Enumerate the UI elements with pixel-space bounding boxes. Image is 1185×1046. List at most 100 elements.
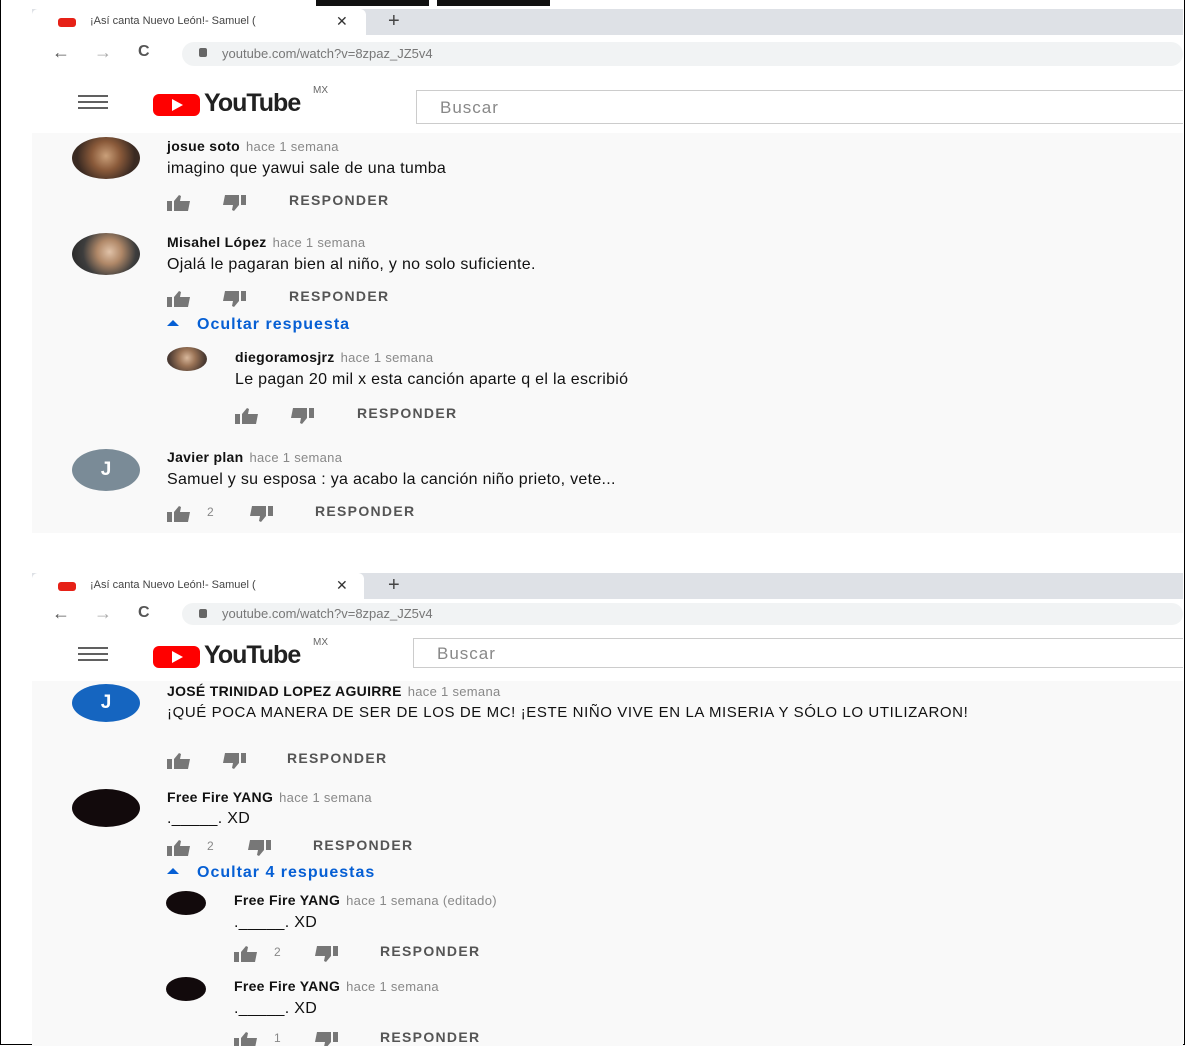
- comment-time[interactable]: hace 1 semana: [408, 684, 501, 699]
- tab-close-icon[interactable]: ✕: [336, 577, 348, 594]
- back-arrow-icon[interactable]: ←: [52, 603, 70, 624]
- address-bar-row: ← → C youtube.com/watch?v=8zpaz_JZ5v4: [32, 599, 1183, 629]
- youtube-favicon-icon: [58, 582, 76, 591]
- thumbs-up-icon[interactable]: [167, 753, 190, 769]
- reply-button[interactable]: RESPONDER: [380, 943, 480, 959]
- thumbs-down-icon[interactable]: [222, 291, 246, 307]
- url-text: youtube.com/watch?v=8zpaz_JZ5v4: [222, 46, 433, 61]
- reply-button[interactable]: RESPONDER: [289, 288, 389, 304]
- avatar[interactable]: [166, 891, 206, 915]
- avatar[interactable]: [167, 347, 207, 371]
- youtube-play-icon: [153, 94, 200, 116]
- thumbs-up-icon[interactable]: [234, 946, 257, 962]
- tab-close-icon[interactable]: ✕: [336, 13, 348, 30]
- thumbs-down-icon[interactable]: [247, 840, 271, 856]
- comment-text: Ojalá le pagaran bien al niño, y no solo…: [167, 256, 536, 273]
- comment-time[interactable]: hace 1 semana: [249, 450, 342, 465]
- thumbs-down-icon[interactable]: [314, 1032, 338, 1046]
- search-placeholder: Buscar: [440, 98, 499, 117]
- redaction-bar: [437, 0, 550, 6]
- thumbs-down-icon[interactable]: [314, 946, 338, 962]
- comment-author[interactable]: diegoramosjrz hace 1 semana: [235, 349, 433, 365]
- screenshot-top: ¡Así canta Nuevo León!- Samuel ( ✕ + ← →…: [32, 9, 1183, 533]
- reload-icon[interactable]: C: [138, 604, 150, 622]
- thumbs-up-icon[interactable]: [234, 1032, 257, 1046]
- reply-button[interactable]: RESPONDER: [315, 503, 415, 519]
- thumbs-down-icon[interactable]: [249, 506, 273, 522]
- hide-replies-button[interactable]: Ocultar respuesta: [167, 316, 350, 334]
- caret-up-icon: [167, 320, 179, 326]
- tab-bar: ¡Así canta Nuevo León!- Samuel ( ✕ +: [32, 9, 1183, 35]
- comment-author[interactable]: Free Fire YANG hace 1 semana (editado): [234, 892, 497, 908]
- thumbs-down-icon[interactable]: [222, 753, 246, 769]
- country-code: MX: [313, 85, 328, 96]
- thumbs-down-icon[interactable]: [290, 408, 314, 424]
- comment-text: ._____. XD: [234, 914, 318, 931]
- reply-button[interactable]: RESPONDER: [380, 1029, 480, 1045]
- reply-button[interactable]: RESPONDER: [287, 750, 387, 766]
- menu-icon[interactable]: [78, 95, 108, 109]
- comment-author[interactable]: Misahel López hace 1 semana: [167, 234, 365, 250]
- screenshot-bottom: ¡Así canta Nuevo León!- Samuel ( ✕ + ← →…: [32, 573, 1183, 1046]
- search-input[interactable]: Buscar: [416, 90, 1183, 124]
- new-tab-button[interactable]: +: [388, 10, 400, 33]
- comment-text: Le pagan 20 mil x esta canción aparte q …: [235, 371, 629, 388]
- comment-text: ._____. XD: [167, 810, 251, 827]
- comment-time[interactable]: hace 1 semana: [246, 139, 339, 154]
- url-text: youtube.com/watch?v=8zpaz_JZ5v4: [222, 606, 433, 621]
- thumbs-up-icon[interactable]: [167, 840, 190, 856]
- avatar[interactable]: J: [72, 449, 140, 491]
- avatar[interactable]: [72, 137, 140, 179]
- avatar[interactable]: J: [72, 684, 140, 722]
- comment-time[interactable]: hace 1 semana: [346, 979, 439, 994]
- address-bar-row: ← → C youtube.com/watch?v=8zpaz_JZ5v4: [32, 35, 1183, 71]
- search-input[interactable]: Buscar: [413, 638, 1183, 668]
- browser-tab[interactable]: ¡Así canta Nuevo León!- Samuel ( ✕: [32, 573, 364, 599]
- comment-author[interactable]: Javier plan hace 1 semana: [167, 449, 342, 465]
- forward-arrow-icon[interactable]: →: [94, 42, 112, 63]
- thumbs-down-icon[interactable]: [222, 195, 246, 211]
- back-arrow-icon[interactable]: ←: [52, 42, 70, 63]
- youtube-favicon-icon: [58, 18, 76, 27]
- logo-text: YouTube: [204, 89, 301, 117]
- url-field[interactable]: youtube.com/watch?v=8zpaz_JZ5v4: [182, 42, 1183, 66]
- youtube-header: YouTube MX Buscar: [32, 71, 1183, 133]
- hide-replies-button[interactable]: Ocultar 4 respuestas: [167, 864, 375, 882]
- thumbs-up-icon[interactable]: [235, 408, 258, 424]
- comment-time[interactable]: hace 1 semana (editado): [346, 893, 497, 908]
- lock-icon: [199, 609, 207, 618]
- new-tab-button[interactable]: +: [388, 574, 400, 597]
- thumbs-up-icon[interactable]: [167, 291, 190, 307]
- comment-text: Samuel y su esposa : ya acabo la canción…: [167, 471, 616, 488]
- avatar[interactable]: [72, 789, 140, 827]
- avatar[interactable]: [166, 977, 206, 1001]
- menu-icon[interactable]: [78, 647, 108, 661]
- comment-author[interactable]: Free Fire YANG hace 1 semana: [234, 978, 439, 994]
- like-count: 1: [274, 1031, 281, 1045]
- comment-time[interactable]: hace 1 semana: [279, 790, 372, 805]
- tab-title: ¡Así canta Nuevo León!- Samuel (: [90, 15, 256, 27]
- redaction-bar: [316, 0, 429, 6]
- forward-arrow-icon[interactable]: →: [94, 603, 112, 624]
- browser-tab[interactable]: ¡Así canta Nuevo León!- Samuel ( ✕: [32, 9, 366, 35]
- thumbs-up-icon[interactable]: [167, 195, 190, 211]
- avatar[interactable]: [72, 233, 140, 275]
- logo-text: YouTube: [204, 641, 301, 669]
- reply-button[interactable]: RESPONDER: [357, 405, 457, 421]
- search-placeholder: Buscar: [437, 644, 496, 663]
- country-code: MX: [313, 637, 328, 648]
- reload-icon[interactable]: C: [138, 43, 150, 61]
- comment-time[interactable]: hace 1 semana: [341, 350, 434, 365]
- comment-author[interactable]: JOSÉ TRINIDAD LOPEZ AGUIRRE hace 1 semana: [167, 683, 501, 699]
- like-count: 2: [207, 839, 214, 853]
- url-field[interactable]: youtube.com/watch?v=8zpaz_JZ5v4: [182, 603, 1183, 625]
- comment-author[interactable]: josue soto hace 1 semana: [167, 138, 339, 154]
- comment-time[interactable]: hace 1 semana: [273, 235, 366, 250]
- reply-button[interactable]: RESPONDER: [313, 837, 413, 853]
- like-count: 2: [207, 505, 214, 519]
- thumbs-up-icon[interactable]: [167, 506, 190, 522]
- comment-text: imagino que yawui sale de una tumba: [167, 160, 447, 177]
- reply-button[interactable]: RESPONDER: [289, 192, 389, 208]
- comment-author[interactable]: Free Fire YANG hace 1 semana: [167, 789, 372, 805]
- comment-text: ._____. XD: [234, 1000, 318, 1017]
